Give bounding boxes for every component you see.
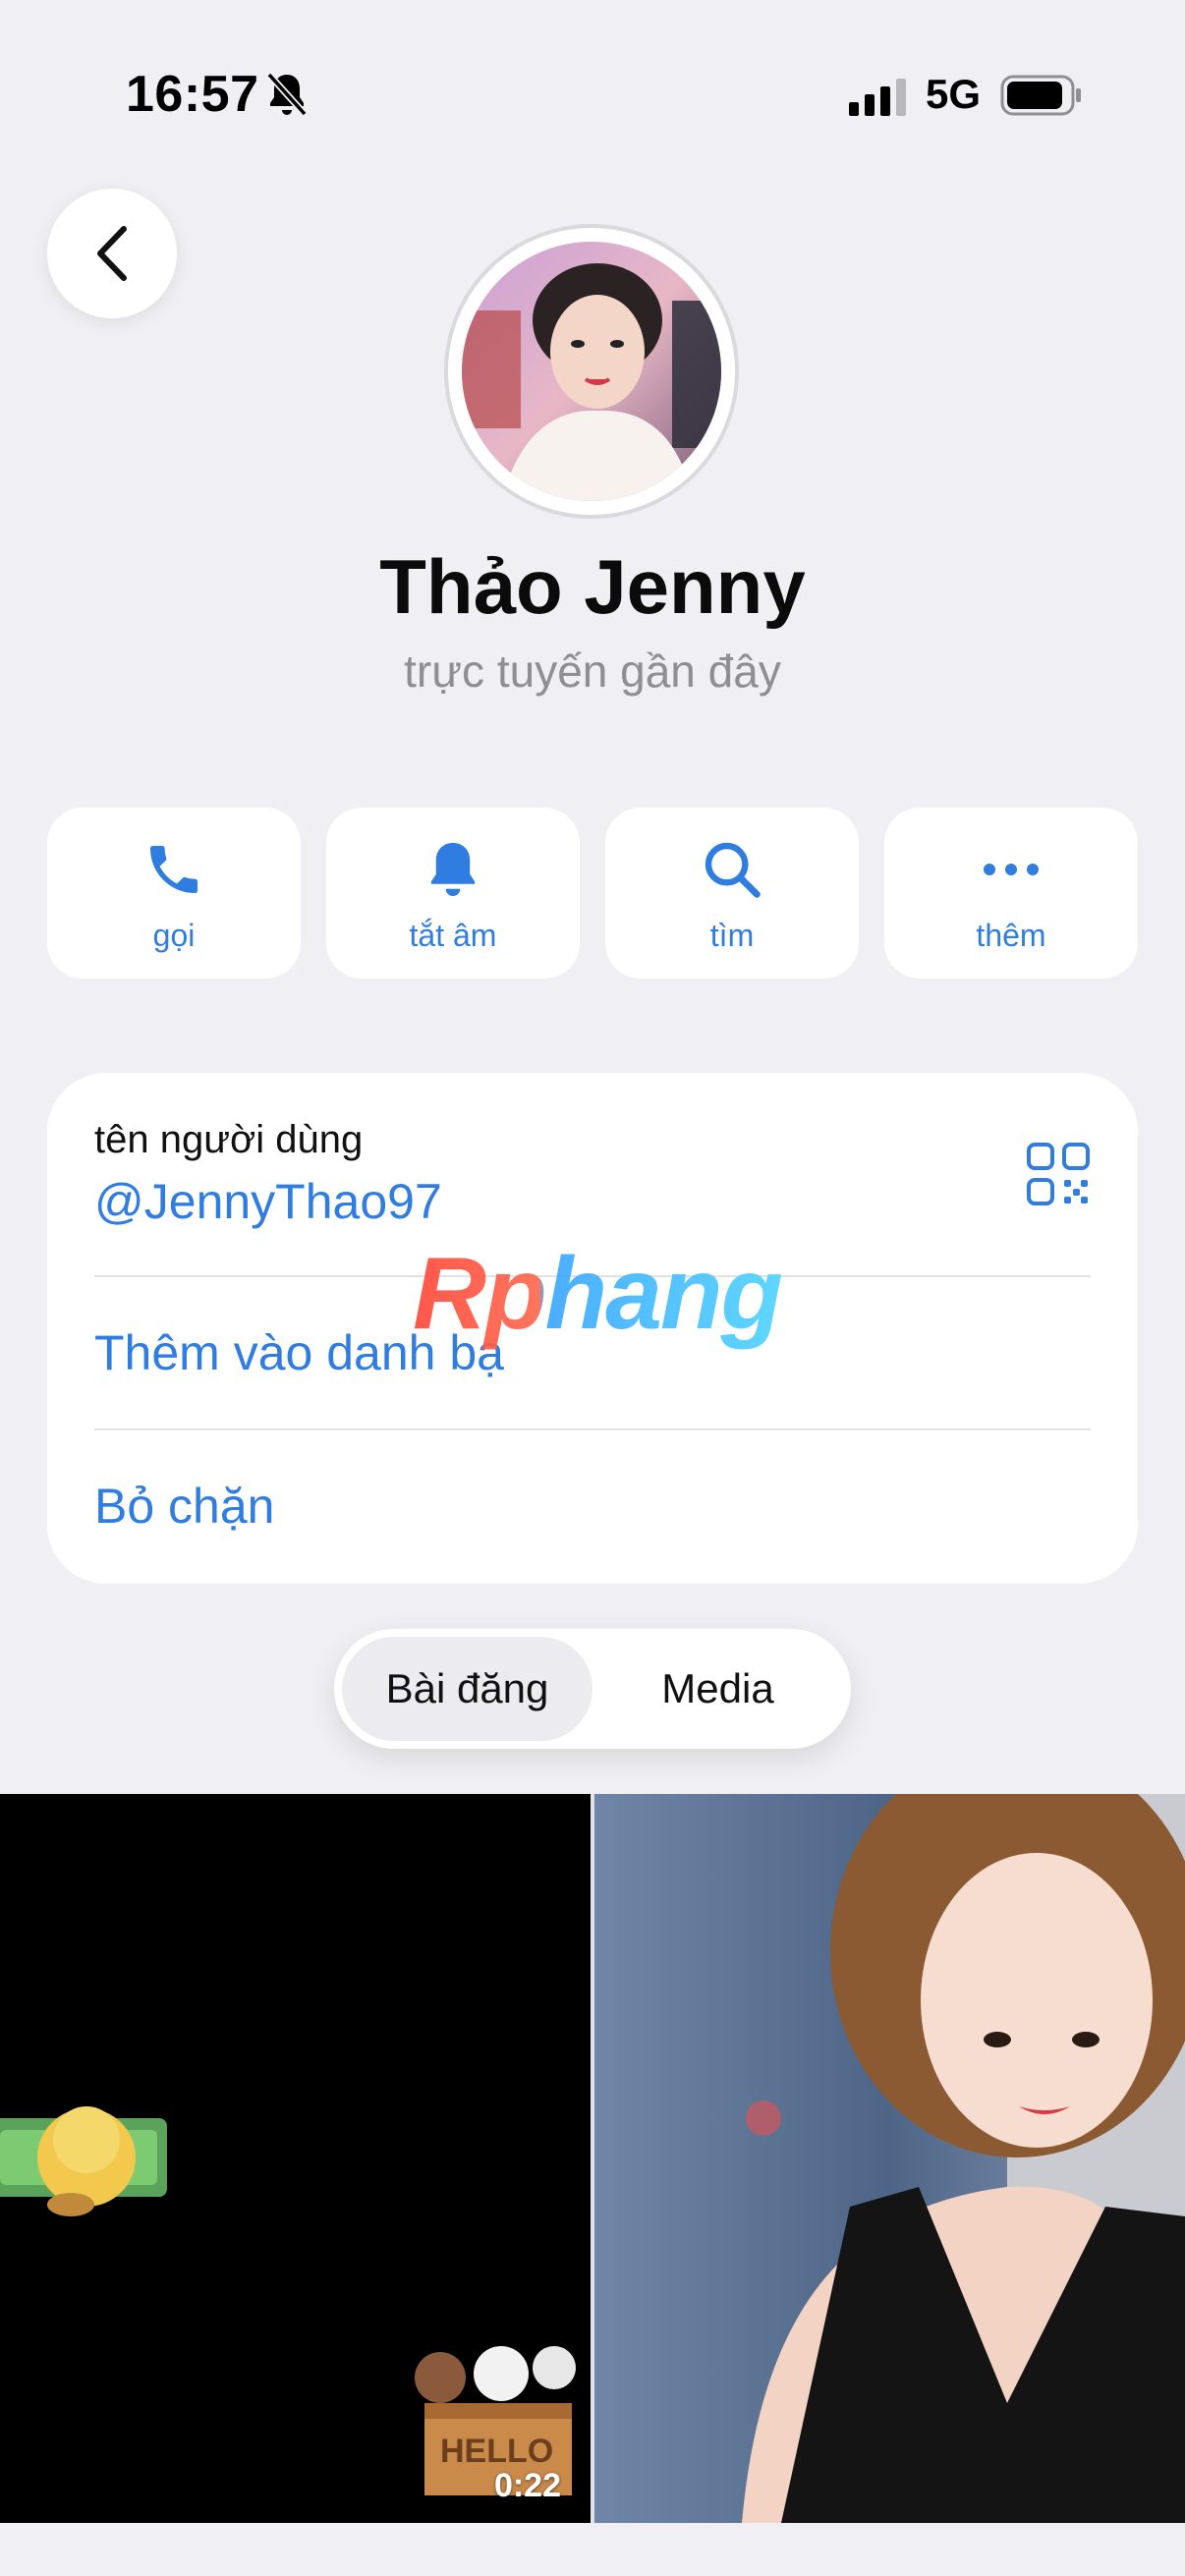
chevron-left-icon [97, 226, 127, 281]
username-value[interactable]: @JennyThao97 [94, 1173, 442, 1230]
action-bar: gọi tắt âm tìm thêm [47, 808, 1138, 979]
tab-media[interactable]: Media [592, 1637, 843, 1741]
avatar-photo [462, 242, 721, 501]
phone-icon [138, 833, 210, 906]
search-label: tìm [709, 917, 755, 953]
more-button[interactable]: thêm [884, 808, 1138, 979]
more-label: thêm [976, 917, 1046, 953]
qr-code-icon[interactable] [1026, 1142, 1091, 1206]
sticker-text: HELLO [440, 2433, 554, 2470]
video-thumbnail [0, 1794, 591, 2523]
battery-icon [1000, 75, 1081, 116]
bell-icon [417, 833, 489, 906]
mute-button[interactable]: tắt âm [326, 808, 580, 979]
profile-status: trực tuyến gần đây [404, 645, 781, 697]
username-caption: tên người dùng [94, 1118, 364, 1161]
call-button[interactable]: gọi [47, 808, 301, 979]
status-time: 16:57 [126, 66, 259, 123]
tab-posts[interactable]: Bài đăng [342, 1637, 592, 1741]
unblock-link[interactable]: Bỏ chặn [94, 1478, 274, 1535]
profile-name: Thảo Jenny [379, 543, 806, 630]
bell-off-icon [266, 72, 308, 117]
avatar[interactable] [444, 224, 739, 519]
back-button[interactable] [47, 189, 177, 318]
signal-icon [849, 79, 906, 116]
divider [94, 1428, 1091, 1430]
mute-label: tắt âm [409, 917, 497, 953]
status-bar: 16:57 5G [0, 0, 1185, 187]
content-tabs: Bài đăng Media [334, 1629, 851, 1749]
media-tile-photo[interactable] [594, 1794, 1185, 2523]
search-button[interactable]: tìm [605, 808, 859, 979]
video-duration: 0:22 [493, 2467, 561, 2504]
media-grid: 0:22 HELLO [0, 1794, 1185, 2523]
media-tile-video[interactable]: 0:22 HELLO [0, 1794, 591, 2523]
call-label: gọi [152, 917, 196, 953]
photo-thumbnail [594, 1794, 1185, 2523]
more-icon [975, 833, 1047, 906]
watermark-logo: Rphang [413, 1237, 783, 1351]
search-icon [696, 833, 768, 906]
network-label: 5G [926, 71, 982, 117]
